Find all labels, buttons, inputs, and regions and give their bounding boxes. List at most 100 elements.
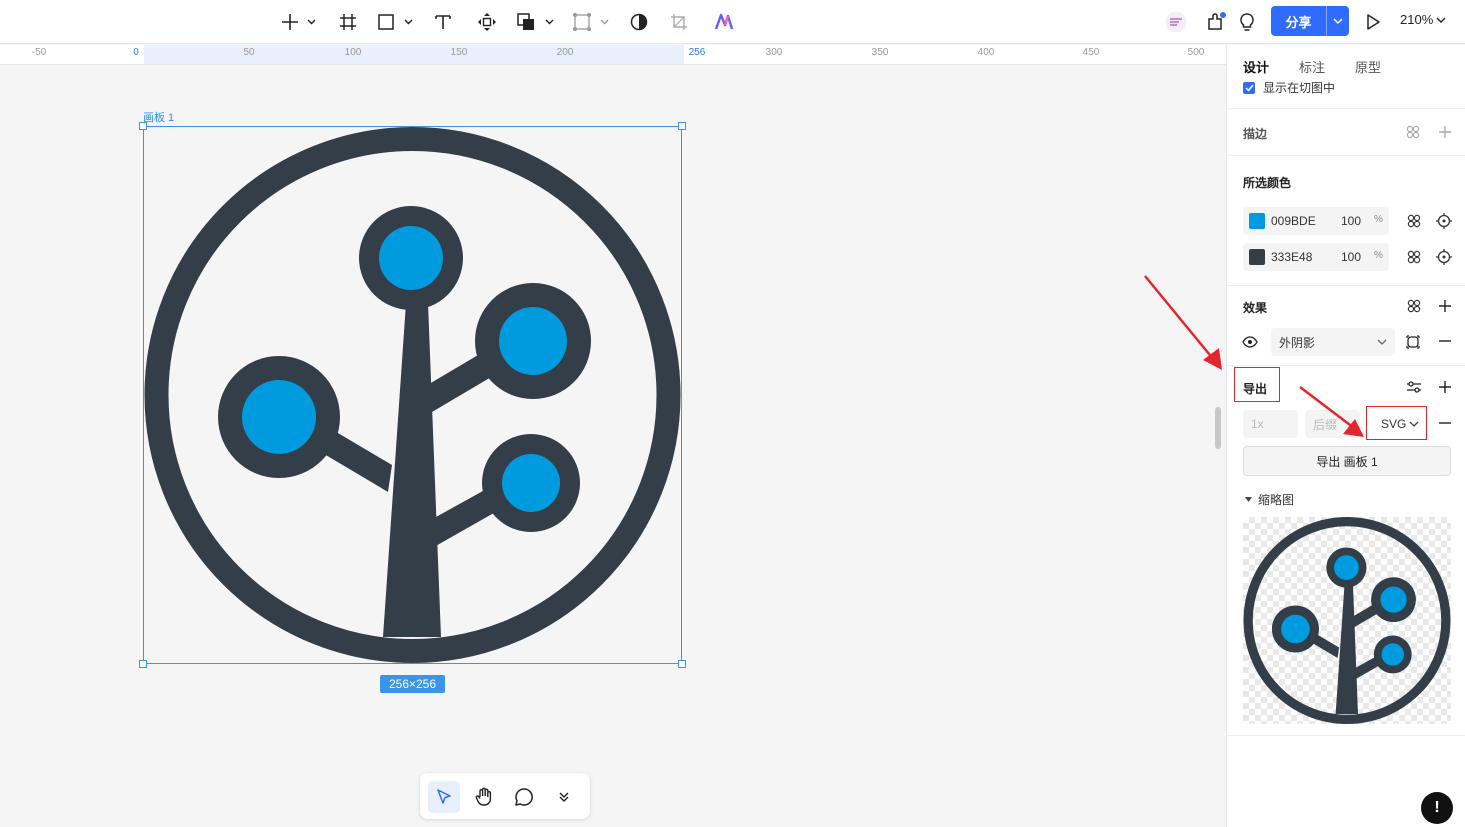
ruler-tick: 200 xyxy=(556,47,574,58)
export-scale-input[interactable]: 1x xyxy=(1243,410,1298,438)
effect-style-button[interactable] xyxy=(1406,298,1422,314)
more-tools[interactable] xyxy=(548,781,580,813)
zoom-select[interactable]: 210% xyxy=(1400,12,1446,27)
resize-handle-bottom-left[interactable] xyxy=(139,660,147,668)
comment-tool[interactable] xyxy=(508,781,540,813)
puzzle-icon xyxy=(1208,12,1226,30)
effect-type-select[interactable]: 外阴影 xyxy=(1271,328,1395,356)
ai-logo-icon xyxy=(714,13,734,30)
artboard-label[interactable]: 画板 1 xyxy=(143,109,174,125)
divider xyxy=(1227,285,1465,286)
resize-handle-bottom-right[interactable] xyxy=(678,660,686,668)
color-style-button[interactable] xyxy=(1406,249,1422,265)
export-settings-button[interactable] xyxy=(1405,378,1423,396)
tab-design[interactable]: 设计 xyxy=(1243,57,1269,76)
select-color-target-button[interactable] xyxy=(1435,212,1453,230)
share-dropdown[interactable] xyxy=(1326,6,1349,36)
checkbox[interactable] xyxy=(1243,82,1255,94)
tab-prototype[interactable]: 原型 xyxy=(1355,57,1381,76)
show-in-slice-option[interactable]: 显示在切图中 xyxy=(1243,82,1335,96)
preview-button[interactable] xyxy=(1362,8,1384,36)
remove-effect-button[interactable] xyxy=(1437,333,1453,349)
effect-settings-button[interactable] xyxy=(1404,333,1422,351)
color-hex[interactable]: 009BDE xyxy=(1271,214,1316,228)
color-swatch[interactable] xyxy=(1249,213,1265,229)
boolean-tool[interactable] xyxy=(516,8,556,36)
tips-button[interactable] xyxy=(1236,8,1258,36)
percent-unit: % xyxy=(1374,214,1383,225)
text-tool[interactable] xyxy=(432,8,454,36)
style-grid-icon xyxy=(1407,214,1421,228)
thumbnail-label: 缩略图 xyxy=(1258,493,1295,507)
plus-icon xyxy=(1439,126,1451,138)
comment-icon xyxy=(515,788,533,806)
rectangle-icon xyxy=(378,14,413,30)
double-chevron-down-icon xyxy=(559,792,569,802)
color-row-1[interactable]: 009BDE 100 % xyxy=(1243,207,1389,235)
cursor-icon xyxy=(437,789,451,804)
select-color-target-button[interactable] xyxy=(1435,248,1453,266)
rectangle-tool[interactable] xyxy=(376,8,416,36)
horizontal-ruler: -50 0 50 100 150 200 256 300 350 400 450… xyxy=(0,45,1226,65)
add-export-button[interactable] xyxy=(1437,379,1453,395)
ruler-tick: 350 xyxy=(871,47,889,58)
export-artboard-button[interactable]: 导出 画板 1 xyxy=(1243,446,1451,476)
color-row-2[interactable]: 333E48 100 % xyxy=(1243,243,1389,271)
ruler-tick: 500 xyxy=(1187,47,1205,58)
color-hex[interactable]: 333E48 xyxy=(1271,250,1312,264)
highlight-box-export-title xyxy=(1234,367,1280,402)
hand-icon xyxy=(475,787,492,806)
ruler-tick: 300 xyxy=(765,47,783,58)
add-tool[interactable] xyxy=(276,8,320,36)
contrast-tool[interactable] xyxy=(628,8,650,36)
effect-settings-icon xyxy=(1406,335,1420,349)
color-opacity[interactable]: 100 xyxy=(1341,250,1361,264)
effect-visibility-toggle[interactable] xyxy=(1241,333,1259,351)
canvas-scrollbar[interactable] xyxy=(1215,407,1221,449)
select-tool[interactable] xyxy=(428,781,460,813)
export-suffix-input[interactable]: 后缀 xyxy=(1305,410,1360,438)
component-tool[interactable] xyxy=(476,8,498,36)
ruler-tick: 450 xyxy=(1082,47,1100,58)
plus-icon xyxy=(1439,300,1451,312)
color-opacity[interactable]: 100 xyxy=(1341,214,1361,228)
avatar[interactable] xyxy=(1164,8,1188,36)
ruler-tick: -50 xyxy=(31,47,47,58)
add-stroke-button[interactable] xyxy=(1437,124,1453,140)
thumbnail-toggle[interactable]: 缩略图 xyxy=(1245,491,1294,508)
share-button[interactable]: 分享 xyxy=(1271,6,1349,36)
color-style-button[interactable] xyxy=(1406,213,1422,229)
divider xyxy=(1227,108,1465,109)
eye-icon xyxy=(1242,336,1258,348)
chevron-down-icon xyxy=(1333,18,1343,25)
resize-handle-top-right[interactable] xyxy=(678,122,686,130)
stroke-style-button[interactable] xyxy=(1405,124,1421,140)
ruler-tick: 256 xyxy=(688,47,706,58)
remove-export-button[interactable] xyxy=(1437,415,1453,431)
highlight-box-format-select xyxy=(1366,406,1427,440)
crop-icon xyxy=(671,14,687,30)
text-icon xyxy=(435,15,451,29)
plus-icon xyxy=(282,14,316,30)
export-scale-placeholder: 1x xyxy=(1251,417,1264,431)
tree-logo-icon xyxy=(144,127,681,663)
add-effect-button[interactable] xyxy=(1437,298,1453,314)
ai-tool[interactable] xyxy=(712,8,736,36)
artboard[interactable] xyxy=(139,122,686,668)
color-swatch[interactable] xyxy=(1249,249,1265,265)
plugins-button[interactable] xyxy=(1204,8,1228,36)
crop-tool[interactable] xyxy=(668,8,690,36)
frame-tool[interactable] xyxy=(336,8,360,36)
mask-tool[interactable] xyxy=(572,8,612,36)
size-badge: 256×256 xyxy=(380,675,445,693)
resize-handle-top-left[interactable] xyxy=(139,122,147,130)
help-button[interactable]: ! xyxy=(1421,792,1453,824)
style-grid-icon xyxy=(1407,299,1421,313)
target-icon xyxy=(1436,213,1452,229)
tree-logo-icon xyxy=(1243,517,1451,724)
hand-tool[interactable] xyxy=(468,781,500,813)
target-icon xyxy=(1436,249,1452,265)
tab-annotation[interactable]: 标注 xyxy=(1299,57,1325,76)
sliders-icon xyxy=(1407,381,1421,393)
chevron-down-icon xyxy=(1436,17,1446,23)
